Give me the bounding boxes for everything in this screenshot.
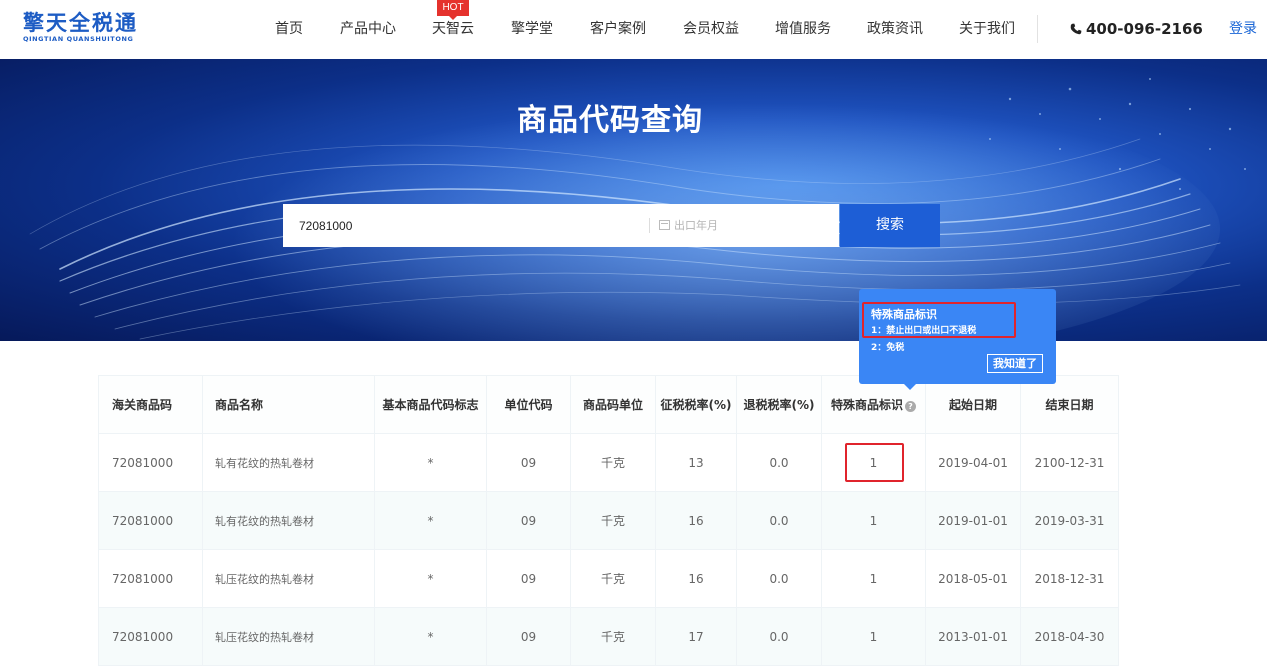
- col-start-date: 起始日期: [925, 375, 1021, 434]
- search-separator: [649, 218, 650, 233]
- login-link[interactable]: 登录: [1229, 0, 1257, 59]
- col-basic-code-flag: 基本商品代码标志: [374, 375, 487, 434]
- cell-refund-rate: 0.0: [736, 607, 822, 666]
- table-row: 72081000 轧压花纹的热轧卷材 * 09 千克 17 0.0 1 2013…: [98, 607, 1119, 666]
- table-row: 72081000 轧有花纹的热轧卷材 * 09 千克 16 0.0 1 2019…: [98, 491, 1119, 550]
- cell-tax-rate: 13: [655, 433, 737, 492]
- cell-customs-code: 72081000: [98, 607, 203, 666]
- cell-special-flag: 1: [821, 607, 926, 666]
- col-tax-rate: 征税税率(%): [655, 375, 737, 434]
- phone-number: 400-096-2166: [1086, 20, 1203, 38]
- logo-text: 擎天全税通: [23, 11, 138, 35]
- table-row: 72081000 轧有花纹的热轧卷材 * 09 千克 13 0.0 1 2019…: [98, 433, 1119, 492]
- nav-value-added[interactable]: 增值服务: [775, 0, 831, 59]
- results-table: 海关商品码 商品名称 基本商品代码标志 单位代码 商品码单位 征税税率(%) 退…: [98, 375, 1119, 666]
- cell-special-flag: 1: [821, 549, 926, 608]
- nav-cases[interactable]: 客户案例: [590, 0, 646, 59]
- table-row: 72081000 轧压花纹的热轧卷材 * 09 千克 16 0.0 1 2018…: [98, 549, 1119, 608]
- cell-customs-code: 72081000: [98, 433, 203, 492]
- nav-academy[interactable]: 擎学堂: [511, 0, 553, 59]
- logo-subtitle: QINGTIAN QUANSHUITONG: [23, 35, 134, 43]
- phone-icon: [1070, 23, 1082, 35]
- nav-home[interactable]: 首页: [275, 0, 303, 59]
- help-icon[interactable]: ?: [905, 401, 916, 412]
- nav-products[interactable]: 产品中心: [340, 0, 396, 59]
- table-header-row: 海关商品码 商品名称 基本商品代码标志 单位代码 商品码单位 征税税率(%) 退…: [98, 375, 1119, 434]
- tooltip-confirm-button[interactable]: 我知道了: [987, 354, 1043, 373]
- cell-product-name: 轧有花纹的热轧卷材: [202, 491, 375, 550]
- cell-unit: 千克: [570, 433, 656, 492]
- cell-basic-code-flag: *: [374, 607, 487, 666]
- tooltip-highlight: [862, 302, 1016, 338]
- cell-unit-code: 09: [486, 433, 571, 492]
- cell-special-flag: 1: [821, 491, 926, 550]
- nav-membership[interactable]: 会员权益: [683, 0, 739, 59]
- header-divider: [1037, 15, 1038, 43]
- cell-start-date: 2018-05-01: [925, 549, 1021, 608]
- col-unit: 商品码单位: [570, 375, 656, 434]
- cell-refund-rate: 0.0: [736, 491, 822, 550]
- cell-refund-rate: 0.0: [736, 433, 822, 492]
- nav-policy[interactable]: 政策资讯: [867, 0, 923, 59]
- cell-customs-code: 72081000: [98, 491, 203, 550]
- cell-basic-code-flag: *: [374, 433, 487, 492]
- col-refund-rate: 退税税率(%): [736, 375, 822, 434]
- product-code-input[interactable]: [283, 204, 649, 247]
- cell-end-date: 2018-12-31: [1020, 549, 1119, 608]
- cell-basic-code-flag: *: [374, 549, 487, 608]
- cell-tax-rate: 17: [655, 607, 737, 666]
- hero-banner: 商品代码查询 出口年月 搜索: [0, 59, 1267, 341]
- cell-start-date: 2019-01-01: [925, 491, 1021, 550]
- cell-unit-code: 09: [486, 491, 571, 550]
- cell-customs-code: 72081000: [98, 549, 203, 608]
- export-month-placeholder: 出口年月: [674, 219, 718, 232]
- search-box: 出口年月: [283, 204, 839, 247]
- cell-refund-rate: 0.0: [736, 549, 822, 608]
- page-title: 商品代码查询: [517, 103, 703, 138]
- cell-end-date: 2019-03-31: [1020, 491, 1119, 550]
- cell-tax-rate: 16: [655, 491, 737, 550]
- cell-end-date: 2018-04-30: [1020, 607, 1119, 666]
- col-special-flag-label: 特殊商品标识: [830, 398, 903, 412]
- cell-unit: 千克: [570, 549, 656, 608]
- search-button[interactable]: 搜索: [840, 204, 940, 247]
- nav-about[interactable]: 关于我们: [959, 0, 1015, 59]
- cell-unit-code: 09: [486, 549, 571, 608]
- col-unit-code: 单位代码: [486, 375, 571, 434]
- tooltip-line-2: 2：免税: [871, 343, 905, 353]
- cell-product-name: 轧压花纹的热轧卷材: [202, 549, 375, 608]
- export-month-picker[interactable]: 出口年月: [659, 204, 718, 247]
- cell-product-name: 轧压花纹的热轧卷材: [202, 607, 375, 666]
- col-end-date: 结束日期: [1020, 375, 1119, 434]
- cell-unit: 千克: [570, 607, 656, 666]
- col-customs-code: 海关商品码: [98, 375, 203, 434]
- site-logo[interactable]: 擎天全税通 QINGTIAN QUANSHUITONG: [23, 11, 138, 46]
- cell-tax-rate: 16: [655, 549, 737, 608]
- site-header: 擎天全税通 QINGTIAN QUANSHUITONG 首页 产品中心 天智云 …: [0, 0, 1267, 59]
- cell-start-date: 2019-04-01: [925, 433, 1021, 492]
- col-product-name: 商品名称: [202, 375, 375, 434]
- cell-start-date: 2013-01-01: [925, 607, 1021, 666]
- results-table-container: 海关商品码 商品名称 基本商品代码标志 单位代码 商品码单位 征税税率(%) 退…: [98, 375, 1119, 666]
- cell-unit: 千克: [570, 491, 656, 550]
- cell-basic-code-flag: *: [374, 491, 487, 550]
- calendar-icon: [659, 220, 670, 230]
- special-flag-highlight: [845, 443, 904, 482]
- phone-contact[interactable]: 400-096-2166: [1070, 0, 1203, 59]
- cell-product-name: 轧有花纹的热轧卷材: [202, 433, 375, 492]
- cell-unit-code: 09: [486, 607, 571, 666]
- cell-end-date: 2100-12-31: [1020, 433, 1119, 492]
- hot-badge: HOT: [437, 0, 469, 20]
